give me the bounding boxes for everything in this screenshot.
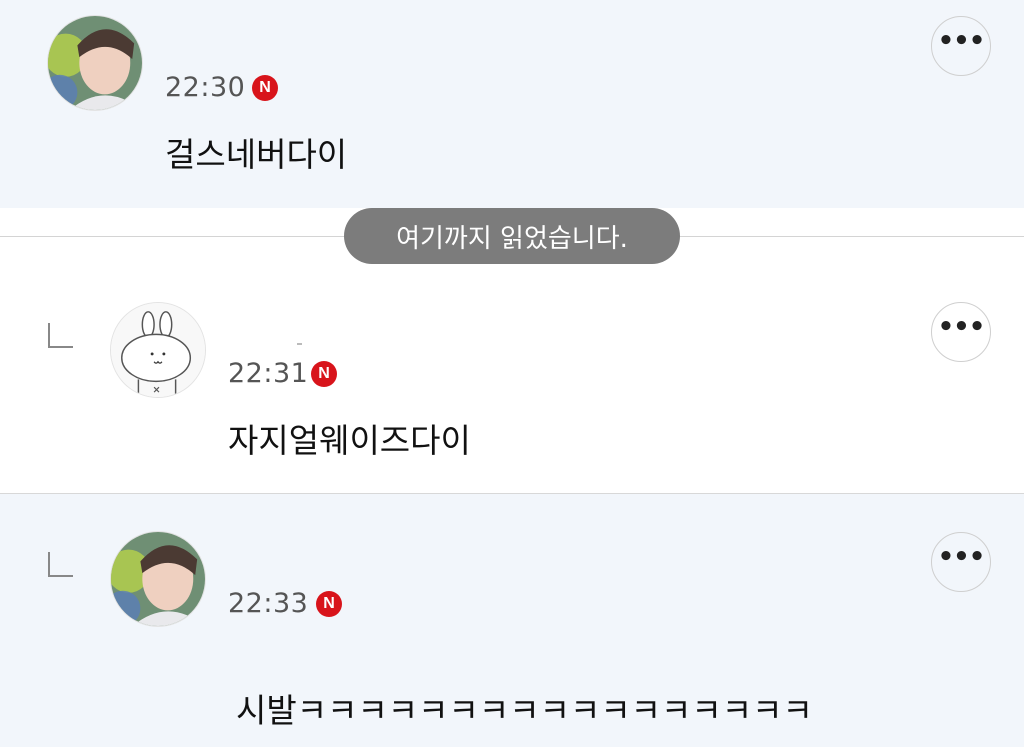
avatar[interactable] [110, 531, 206, 627]
comment-text: 시발ㅋㅋㅋㅋㅋㅋㅋㅋㅋㅋㅋㅋㅋㅋㅋㅋㅋ [236, 691, 813, 730]
more-options-icon: ••• [937, 312, 986, 342]
comment-time: 22:30 [165, 72, 246, 103]
more-options-button[interactable]: ••• [931, 302, 991, 362]
more-options-button[interactable]: ••• [931, 532, 991, 592]
avatar[interactable] [110, 302, 206, 398]
more-options-icon: ••• [937, 542, 986, 572]
read-marker-pill: 여기까지 읽었습니다. [344, 208, 680, 264]
comment-time: 22:33 [228, 588, 309, 619]
more-options-icon: ••• [937, 26, 986, 56]
new-badge-icon: N [311, 361, 337, 387]
reply-arrow-icon [48, 323, 73, 348]
new-badge-icon: N [316, 591, 342, 617]
comment-time: 22:31 [228, 358, 309, 389]
comment-text: 걸스네버다이 [165, 135, 348, 174]
author-name-mark [297, 343, 302, 345]
reply-arrow-icon [48, 552, 73, 577]
new-badge-icon: N [252, 75, 278, 101]
comment-item [0, 0, 1024, 208]
avatar[interactable] [47, 15, 143, 111]
comment-text: 자지얼웨이즈다이 [228, 421, 471, 460]
more-options-button[interactable]: ••• [931, 16, 991, 76]
